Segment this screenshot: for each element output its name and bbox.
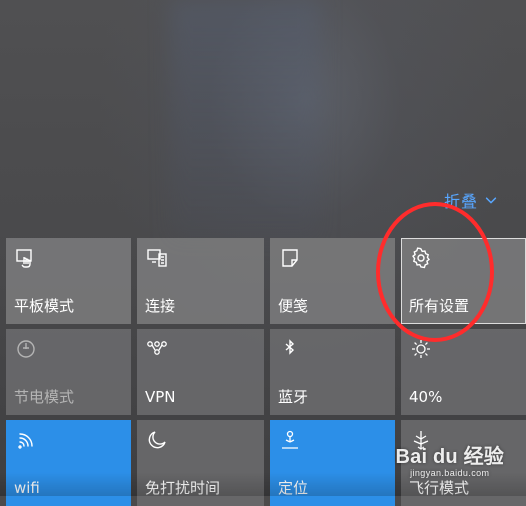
moon-icon: [148, 431, 166, 449]
tile-connect[interactable]: 连接: [137, 238, 264, 324]
tile-label: 蓝牙: [278, 388, 309, 406]
tile-label: 便笺: [278, 297, 309, 315]
note-icon: [282, 249, 298, 267]
collapse-label: 折叠: [444, 192, 479, 211]
tile-quiet-hours[interactable]: 免打扰时间: [137, 420, 264, 506]
tile-location[interactable]: 定位: [270, 420, 395, 506]
tile-label: 定位: [278, 479, 309, 497]
collapse-button[interactable]: 折叠: [444, 188, 498, 212]
tile-label: 所有设置: [409, 297, 470, 315]
tile-wifi[interactable]: wifi: [6, 420, 131, 506]
tile-brightness[interactable]: 40%: [401, 329, 526, 415]
bluetooth-icon: [285, 339, 295, 355]
quick-actions-grid: 平板模式 连接 便笺 所有设置 节电模式 VPN 蓝牙 40% wifi 免打扰…: [6, 238, 526, 506]
tile-label: 免打扰时间: [145, 479, 221, 497]
vpn-icon: [147, 341, 167, 355]
chevron-down-icon: [485, 197, 497, 204]
tile-bluetooth[interactable]: 蓝牙: [270, 329, 395, 415]
tile-vpn[interactable]: VPN: [137, 329, 264, 415]
tile-label: 节电模式: [14, 388, 75, 406]
tile-note[interactable]: 便笺: [270, 238, 395, 324]
tile-all-settings[interactable]: 所有设置: [401, 238, 526, 324]
tile-label: 连接: [145, 297, 176, 315]
tile-label: VPN: [145, 388, 176, 406]
connect-icon: [147, 249, 167, 267]
tile-label: 40%: [409, 388, 443, 406]
airplane-icon: [413, 431, 429, 450]
tile-airplane-mode[interactable]: 飞行模式: [401, 420, 526, 506]
brightness-icon: [412, 340, 430, 358]
tile-tablet-mode[interactable]: 平板模式: [6, 238, 131, 324]
location-icon: [282, 430, 298, 449]
tile-battery-saver[interactable]: 节电模式: [6, 329, 131, 415]
tile-label: wifi: [14, 479, 40, 497]
battery-saver-icon: [17, 340, 35, 358]
wifi-icon: [18, 433, 33, 449]
gear-icon: [412, 247, 430, 269]
tile-label: 飞行模式: [409, 479, 470, 497]
tile-label: 平板模式: [14, 297, 75, 315]
tablet-mode-icon: [16, 249, 32, 268]
blurred-window-background: [170, 0, 320, 240]
